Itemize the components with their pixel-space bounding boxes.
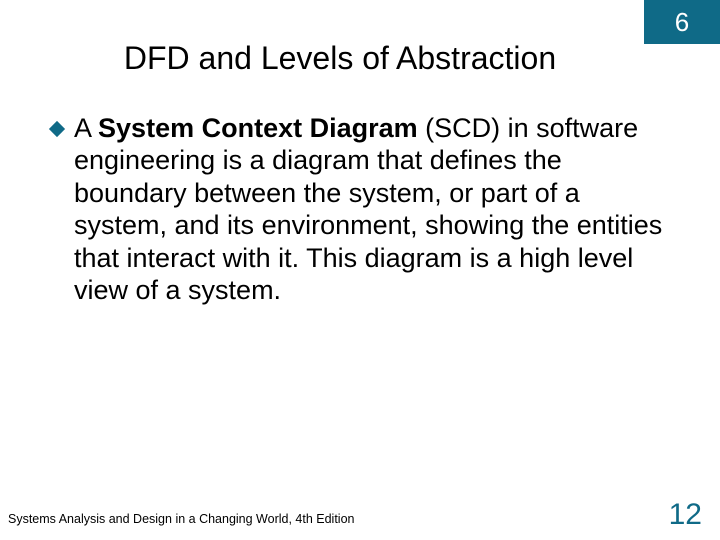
- slide-title: DFD and Levels of Abstraction: [0, 40, 720, 77]
- page-number: 12: [669, 498, 702, 532]
- slide-body: A System Context Diagram (SCD) in softwa…: [48, 112, 664, 306]
- bullet-bold: System Context Diagram: [98, 113, 418, 143]
- bullet-text: A System Context Diagram (SCD) in softwa…: [74, 112, 664, 306]
- bullet-prefix: A: [74, 113, 98, 143]
- bullet-item: A System Context Diagram (SCD) in softwa…: [48, 112, 664, 306]
- chapter-number: 6: [675, 7, 689, 38]
- footer-text: Systems Analysis and Design in a Changin…: [8, 512, 354, 526]
- chapter-badge: 6: [644, 0, 720, 44]
- diamond-bullet-icon: [48, 120, 66, 138]
